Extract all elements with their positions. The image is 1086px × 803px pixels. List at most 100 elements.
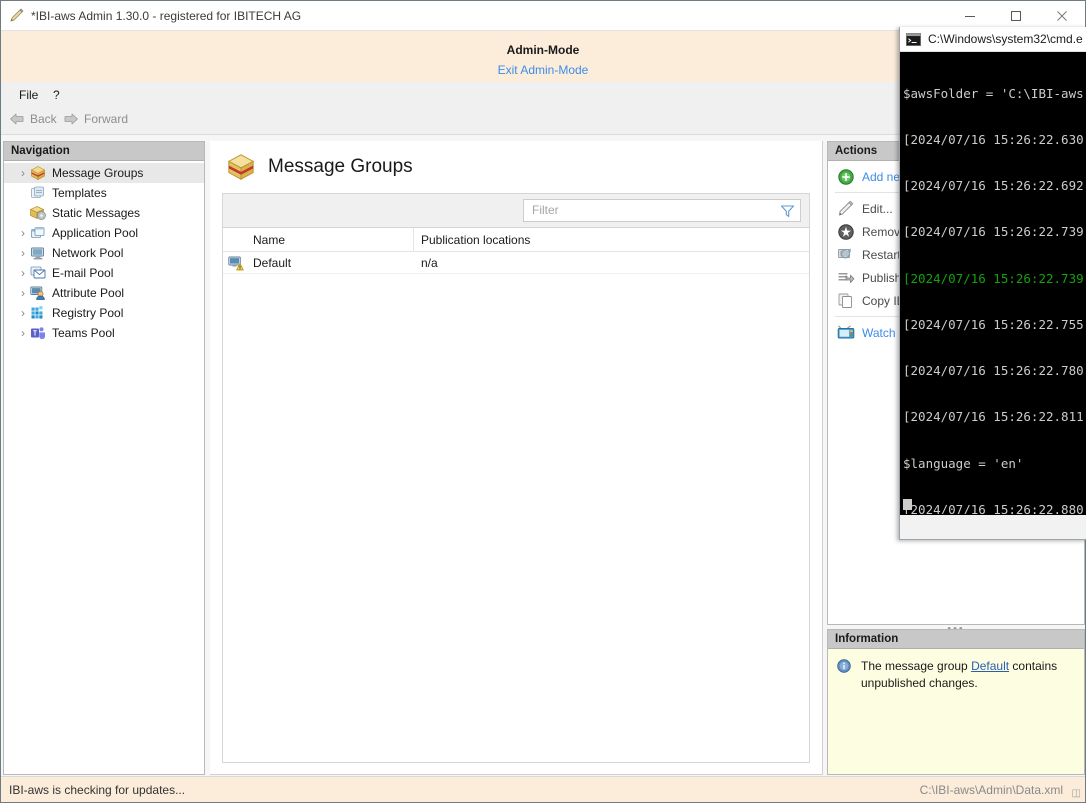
application-icon <box>30 225 46 241</box>
sidebar-item-label: Registry Pool <box>52 306 123 320</box>
status-message: IBI-aws is checking for updates... <box>9 783 185 797</box>
cmd-line: [2024/07/16 15:26:22.880 <box>903 502 1086 514</box>
cmd-icon <box>906 33 921 46</box>
cmd-line: [2024/07/16 15:26:22.739 <box>903 224 1086 239</box>
grid-header-row: Name Publication locations <box>223 228 809 252</box>
search-input[interactable]: Filter <box>523 199 801 222</box>
resize-grip[interactable]: ◫ <box>1072 788 1081 799</box>
package-icon <box>226 152 256 182</box>
cmd-line: [2024/07/16 15:26:22.755 <box>903 317 1086 332</box>
app-icon <box>9 8 25 24</box>
cmd-line: [2024/07/16 15:26:22.739 <box>903 271 1086 286</box>
cmd-title-text: C:\Windows\system32\cmd.e <box>928 32 1083 46</box>
sidebar-item-label: Attribute Pool <box>52 286 124 300</box>
cmd-line: $awsFolder = 'C:\IBI-aws <box>903 86 1086 101</box>
navigation-list: › Message Groups › Templates <box>4 161 204 343</box>
chevron-right-icon[interactable]: › <box>16 326 30 340</box>
email-icon <box>30 265 46 281</box>
sidebar-item-registry-pool[interactable]: › Registry Pool <box>4 303 204 323</box>
cell-publication-locations: n/a <box>421 256 438 270</box>
sidebar-item-teams-pool[interactable]: › Teams Pool <box>4 323 204 343</box>
publish-icon <box>837 269 855 287</box>
column-separator <box>413 228 414 252</box>
cmd-line: [2024/07/16 15:26:22.780 <box>903 363 1086 378</box>
action-label: Edit... <box>862 202 893 216</box>
package-icon <box>30 165 46 181</box>
navigation-pane: Navigation › Message Groups › <box>3 141 205 775</box>
sidebar-item-attribute-pool[interactable]: › Attribute Pool <box>4 283 204 303</box>
registry-icon <box>30 305 46 321</box>
edit-icon <box>837 200 855 218</box>
forward-arrow-icon <box>63 112 79 126</box>
sidebar-item-label: E-mail Pool <box>52 266 113 280</box>
forward-label: Forward <box>84 112 128 126</box>
sidebar-item-label: Network Pool <box>52 246 123 260</box>
menu-item-file[interactable]: File <box>13 87 44 103</box>
sidebar-item-email-pool[interactable]: › E-mail Pool <box>4 263 204 283</box>
sidebar-item-application-pool[interactable]: › Application Pool <box>4 223 204 243</box>
add-icon <box>837 168 855 186</box>
status-bar: IBI-aws is checking for updates... C:\IB… <box>1 776 1085 802</box>
video-icon <box>837 324 855 342</box>
sidebar-item-label: Teams Pool <box>52 326 115 340</box>
templates-icon <box>30 185 46 201</box>
sidebar-item-message-groups[interactable]: › Message Groups <box>4 163 204 183</box>
back-label: Back <box>30 112 57 126</box>
forward-button[interactable]: Forward <box>63 112 128 126</box>
cmd-title-bar[interactable]: C:\Windows\system32\cmd.e <box>900 27 1086 52</box>
info-icon <box>837 659 851 673</box>
page-title: Message Groups <box>268 156 413 178</box>
main-content: Message Groups Filter Name Publication l… <box>210 141 823 775</box>
chevron-right-icon[interactable]: › <box>16 246 30 260</box>
page-header: Message Groups <box>210 141 823 193</box>
window-title: *IBI-aws Admin 1.30.0 - registered for I… <box>31 9 301 23</box>
cmd-window[interactable]: C:\Windows\system32\cmd.e $awsFolder = '… <box>899 27 1086 540</box>
status-file-path: C:\IBI-aws\Admin\Data.xml <box>920 783 1063 797</box>
cmd-line: [2024/07/16 15:26:22.692 <box>903 178 1086 193</box>
chevron-right-icon[interactable]: › <box>16 226 30 240</box>
sidebar-item-templates[interactable]: › Templates <box>4 183 204 203</box>
teams-icon <box>30 325 46 341</box>
information-body: The message group Default contains unpub… <box>828 649 1084 692</box>
filter-placeholder: Filter <box>532 203 559 217</box>
application-window: *IBI-aws Admin 1.30.0 - registered for I… <box>0 0 1086 803</box>
info-text-before: The message group <box>861 659 971 673</box>
sidebar-item-network-pool[interactable]: › Network Pool <box>4 243 204 263</box>
cmd-line: [2024/07/16 15:26:22.630 <box>903 132 1086 147</box>
remove-icon <box>837 223 855 241</box>
sidebar-item-label: Message Groups <box>52 166 143 180</box>
attribute-icon <box>30 285 46 301</box>
grid-toolbar: Filter <box>223 194 809 228</box>
cmd-cursor <box>903 499 912 510</box>
network-icon <box>30 245 46 261</box>
message-groups-grid: Filter Name Publication locations <box>222 193 810 763</box>
cmd-window-footer <box>900 515 1086 539</box>
information-message: The message group Default contains unpub… <box>861 658 1074 692</box>
chevron-right-icon[interactable]: › <box>16 306 30 320</box>
sidebar-item-label: Static Messages <box>52 206 140 220</box>
information-pane: Information The message group Default co… <box>827 629 1085 775</box>
sidebar-item-static-messages[interactable]: › Static Messages <box>4 203 204 223</box>
navigation-header: Navigation <box>4 142 204 161</box>
info-default-link[interactable]: Default <box>971 659 1009 673</box>
chevron-right-icon[interactable]: › <box>16 166 30 180</box>
cmd-line: [2024/07/16 15:26:22.811 <box>903 409 1086 424</box>
menu-item-help[interactable]: ? <box>47 87 66 103</box>
column-header-publication-locations[interactable]: Publication locations <box>421 233 530 247</box>
table-row[interactable]: Default n/a <box>223 252 809 274</box>
message-group-warning-icon <box>228 255 244 271</box>
column-header-name[interactable]: Name <box>253 233 285 247</box>
copy-icon <box>837 292 855 310</box>
sidebar-item-label: Templates <box>52 186 107 200</box>
chevron-right-icon[interactable]: › <box>16 286 30 300</box>
static-msg-icon <box>30 205 46 221</box>
cmd-console-output[interactable]: $awsFolder = 'C:\IBI-aws [2024/07/16 15:… <box>900 52 1086 514</box>
cell-name: Default <box>253 256 291 270</box>
restart-icon <box>837 246 855 264</box>
back-button[interactable]: Back <box>9 112 57 126</box>
filter-icon[interactable] <box>780 204 795 218</box>
sidebar-item-label: Application Pool <box>52 226 138 240</box>
chevron-right-icon[interactable]: › <box>16 266 30 280</box>
back-arrow-icon <box>9 112 25 126</box>
cmd-line: $language = 'en' <box>903 456 1086 471</box>
